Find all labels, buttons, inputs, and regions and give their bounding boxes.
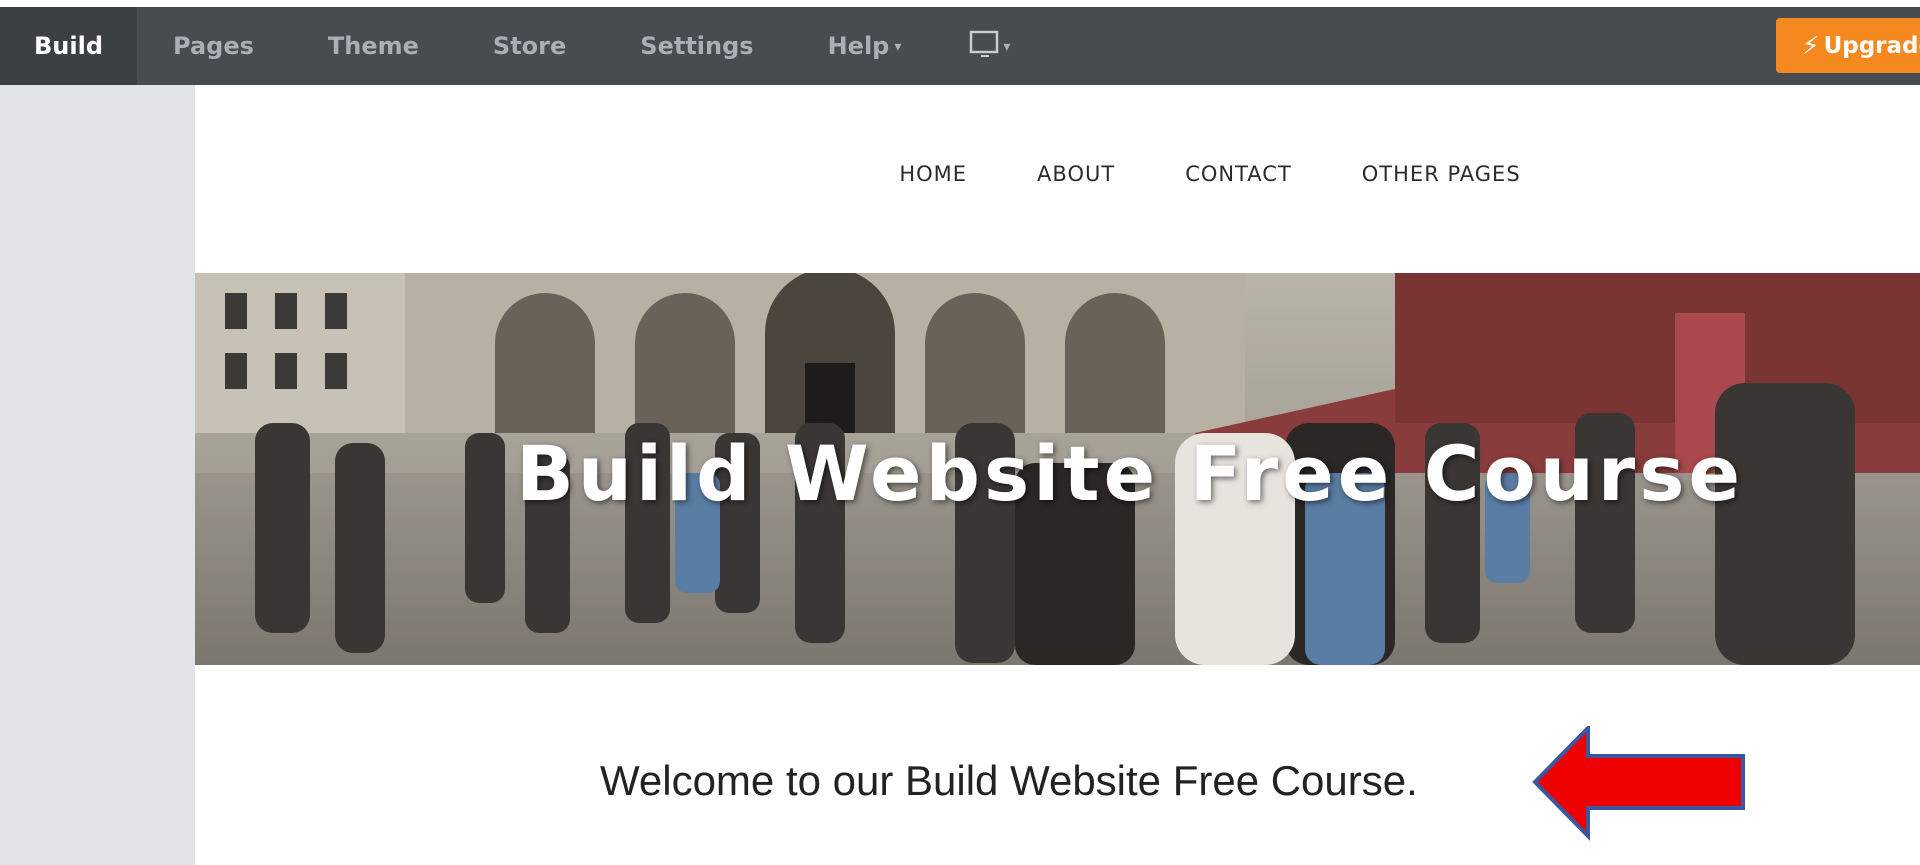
editor-toolbar: Build Pages Theme Store Settings Help ▾ … — [0, 7, 1920, 85]
upgrade-button[interactable]: ⚡ Upgrade — [1776, 18, 1920, 73]
banner-title: Build Website Free Course — [515, 429, 1745, 518]
left-sidebar — [0, 85, 195, 865]
nav-contact[interactable]: CONTACT — [1185, 162, 1292, 186]
tab-build[interactable]: Build — [0, 7, 137, 85]
nav-about[interactable]: ABOUT — [1037, 162, 1115, 186]
chevron-down-icon: ▾ — [1003, 39, 1011, 55]
welcome-text: Welcome to our Build Website Free Course… — [600, 757, 1418, 804]
device-preview-dropdown[interactable]: ▾ — [969, 7, 1010, 85]
desktop-monitor-icon — [970, 30, 999, 57]
nav-home[interactable]: HOME — [899, 162, 967, 186]
chevron-down-icon: ▾ — [894, 39, 902, 55]
tab-help[interactable]: Help ▾ — [828, 7, 902, 85]
tab-theme[interactable]: Theme — [328, 7, 419, 85]
tab-settings[interactable]: Settings — [640, 7, 753, 85]
header-banner[interactable]: Build Website Free Course — [195, 273, 1920, 665]
tab-help-label: Help — [827, 32, 890, 60]
tab-pages[interactable]: Pages — [173, 7, 254, 85]
red-arrow-left-icon — [1532, 726, 1745, 841]
tab-build-label: Build — [33, 32, 103, 60]
tab-pages-label: Pages — [173, 32, 254, 60]
tab-store[interactable]: Store — [493, 7, 566, 85]
lightning-bolt-icon: ⚡ — [1802, 31, 1820, 60]
nav-other-pages[interactable]: OTHER PAGES — [1362, 162, 1521, 186]
tab-theme-label: Theme — [327, 32, 419, 60]
site-navigation: HOME ABOUT CONTACT OTHER PAGES — [195, 162, 1920, 186]
tab-settings-label: Settings — [640, 32, 754, 60]
upgrade-label: Upgrade — [1823, 32, 1920, 59]
tab-store-label: Store — [492, 32, 567, 60]
